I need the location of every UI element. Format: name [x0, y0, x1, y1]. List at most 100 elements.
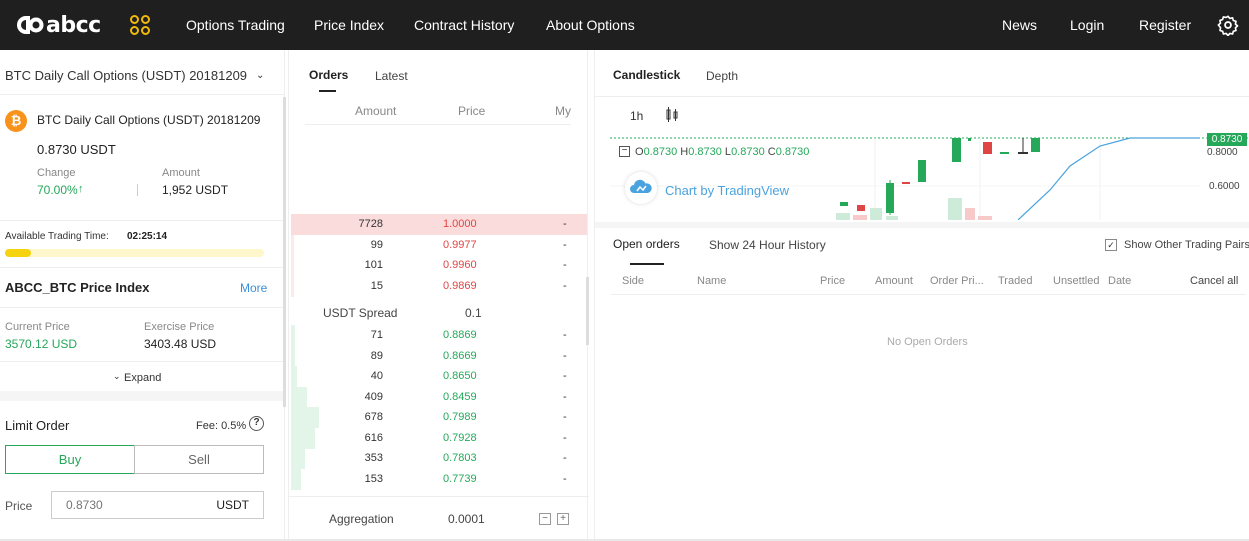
bid-amount: 153 [364, 472, 383, 485]
ohlc-high: 0.8730 [688, 146, 722, 158]
expand-chevron-icon[interactable]: ⌄ [113, 371, 121, 382]
top-nav: abcc Options Trading Price Index Contrac… [0, 0, 1249, 50]
bid-row[interactable]: 153 0.7739 - [291, 468, 587, 490]
ask-my: - [563, 259, 567, 271]
abcc-logo[interactable]: abcc [14, 13, 101, 38]
bid-row[interactable]: 409 0.8459 - [291, 386, 587, 408]
col-date: Date [1108, 275, 1132, 287]
available-time-value: 02:25:14 [127, 231, 168, 242]
chevron-down-icon[interactable]: ⌄ [256, 70, 264, 81]
bid-row[interactable]: 89 0.8669 - [291, 345, 587, 367]
bid-amount: 409 [364, 390, 383, 403]
bid-price: 0.8650 [443, 370, 477, 382]
bid-my: - [563, 431, 567, 444]
bid-row[interactable]: 678 0.7989 - [291, 407, 587, 428]
col-price: Price [820, 275, 846, 287]
available-time-label: Available Trading Time: [5, 231, 109, 242]
bid-amount: 616 [364, 431, 383, 444]
price-field[interactable]: USDT [51, 491, 264, 519]
col-unsettled: Unsettled [1053, 275, 1100, 287]
ask-price: 1.0000 [443, 218, 477, 230]
price-label: Price [5, 499, 33, 513]
bid-row[interactable]: 353 0.7803 - [291, 448, 587, 469]
sell-button[interactable]: Sell [134, 445, 264, 474]
price-input[interactable] [52, 492, 202, 518]
nav-register[interactable]: Register [1139, 17, 1191, 33]
spread-value: 0.1 [465, 306, 482, 320]
aggregation-minus-button[interactable]: − [539, 513, 551, 525]
arrow-up-icon: ↑ [78, 183, 84, 195]
nav-contract-history[interactable]: Contract History [414, 17, 514, 33]
market-select[interactable]: BTC Daily Call Options (USDT) 20181209 [5, 68, 247, 83]
exercise-price-label: Exercise Price [144, 321, 215, 333]
show-other-pairs-checkbox[interactable]: ✓ [1105, 239, 1117, 251]
more-link[interactable]: More [240, 281, 267, 295]
change-label: Change [37, 167, 76, 179]
interval-1h[interactable]: 1h [630, 109, 643, 123]
help-icon[interactable]: ? [249, 416, 264, 431]
price-unit: USDT [216, 498, 249, 512]
bid-row[interactable]: 616 0.7928 - [291, 427, 587, 449]
ask-row[interactable]: 101 0.9960 - [291, 255, 587, 276]
bid-amount: 678 [364, 411, 383, 423]
bid-price: 0.8459 [443, 390, 477, 403]
nav-login[interactable]: Login [1070, 17, 1104, 33]
ask-row[interactable]: 7728 1.0000 - [291, 214, 587, 235]
bid-row[interactable]: 71 0.8869 - [291, 325, 587, 346]
candlestick-chart[interactable] [610, 130, 1249, 220]
bid-price: 0.7803 [443, 452, 477, 464]
tab-24h-history[interactable]: Show 24 Hour History [709, 238, 826, 252]
ask-amount: 7728 [358, 218, 383, 230]
bid-price: 0.7928 [443, 431, 477, 444]
settings-gear-icon[interactable] [1217, 14, 1239, 36]
tradingview-label[interactable]: Chart by TradingView [665, 183, 789, 198]
nav-about-options[interactable]: About Options [546, 17, 635, 33]
bid-row[interactable]: 40 0.8650 - [291, 366, 587, 387]
tab-orders[interactable]: Orders [309, 68, 348, 82]
header-my: My [555, 104, 571, 118]
bid-price: 0.7989 [443, 411, 477, 423]
amount-label: Amount [162, 167, 200, 179]
buy-button[interactable]: Buy [5, 445, 135, 474]
aggregation-value: 0.0001 [448, 512, 485, 526]
bitcoin-icon: ₿ [5, 110, 27, 132]
aggregation-label: Aggregation [329, 512, 394, 526]
apps-grid-icon[interactable] [130, 15, 150, 35]
ask-price: 0.9869 [443, 279, 477, 292]
bid-price: 0.8669 [443, 349, 477, 362]
col-traded: Traded [998, 275, 1033, 287]
aggregation-plus-button[interactable]: + [557, 513, 569, 525]
nav-options-trading[interactable]: Options Trading [186, 17, 285, 33]
cancel-all-button[interactable]: Cancel all [1190, 275, 1238, 287]
nav-price-index[interactable]: Price Index [314, 17, 384, 33]
bid-my: - [563, 472, 567, 485]
ohlc-close: 0.8730 [775, 146, 810, 158]
collapse-legend-icon[interactable]: − [619, 146, 630, 157]
expand-button[interactable]: Expand [124, 372, 161, 384]
contract-name: BTC Daily Call Options (USDT) 20181209 [37, 113, 261, 127]
bid-my: - [563, 390, 567, 403]
show-other-pairs-label[interactable]: Show Other Trading Pairs [1124, 239, 1249, 251]
bid-my: - [563, 370, 567, 382]
col-name: Name [697, 275, 727, 287]
nav-news[interactable]: News [1002, 17, 1037, 33]
current-price-label: Current Price [5, 321, 70, 333]
order-book-panel: Orders Latest Amount Price My 7728 1.0000… [288, 50, 589, 541]
left-panel: BTC Daily Call Options (USDT) 20181209 ⌄… [0, 50, 285, 541]
left-scrollbar[interactable] [283, 97, 286, 407]
no-open-orders: No Open Orders [887, 336, 968, 348]
tab-open-orders[interactable]: Open orders [613, 237, 680, 251]
candle-type-icon[interactable] [665, 107, 679, 123]
tab-depth[interactable]: Depth [706, 69, 738, 83]
tab-latest[interactable]: Latest [375, 69, 408, 83]
tradingview-cloud-icon[interactable] [625, 172, 657, 204]
last-price: 0.8730 USDT [37, 142, 116, 157]
ask-row[interactable]: 99 0.9977 - [291, 234, 587, 256]
tab-candlestick[interactable]: Candlestick [613, 68, 680, 82]
bid-my: - [563, 329, 567, 341]
ask-my: - [563, 218, 567, 230]
bid-price: 0.7739 [443, 472, 477, 485]
ask-my: - [563, 238, 567, 251]
ask-row[interactable]: 15 0.9869 - [291, 275, 587, 297]
spread-label: USDT Spread [323, 306, 398, 320]
